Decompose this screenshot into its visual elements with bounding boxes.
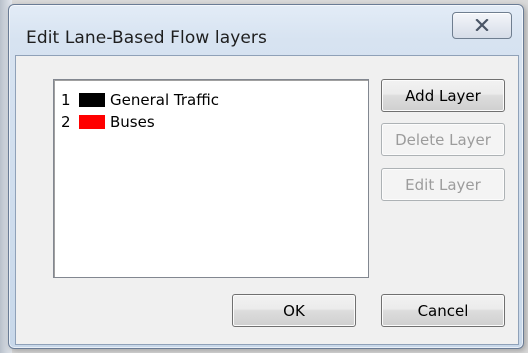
add-layer-button[interactable]: Add Layer xyxy=(381,79,505,112)
dialog-title: Edit Lane-Based Flow layers xyxy=(26,28,267,48)
layer-name: General Traffic xyxy=(110,91,219,109)
layer-number: 1 xyxy=(61,91,71,109)
dialog-client-area: 1 General Traffic 2 Buses Add Layer Dele… xyxy=(15,55,519,345)
title-bar[interactable]: Edit Lane-Based Flow layers xyxy=(9,5,523,61)
layer-color-swatch xyxy=(79,115,105,129)
list-item[interactable]: 1 General Traffic xyxy=(61,91,219,109)
layer-color-swatch xyxy=(79,93,105,107)
close-button[interactable] xyxy=(452,12,512,39)
list-item[interactable]: 2 Buses xyxy=(61,113,155,131)
layer-number: 2 xyxy=(61,113,71,131)
layers-listbox[interactable]: 1 General Traffic 2 Buses xyxy=(53,79,369,278)
cancel-button[interactable]: Cancel xyxy=(381,294,505,327)
edit-layer-button[interactable]: Edit Layer xyxy=(381,168,505,201)
close-icon xyxy=(475,19,489,31)
layer-name: Buses xyxy=(110,113,155,131)
dialog-window: Edit Lane-Based Flow layers 1 General Tr… xyxy=(8,4,524,349)
ok-button[interactable]: OK xyxy=(232,294,356,327)
delete-layer-button[interactable]: Delete Layer xyxy=(381,123,505,156)
